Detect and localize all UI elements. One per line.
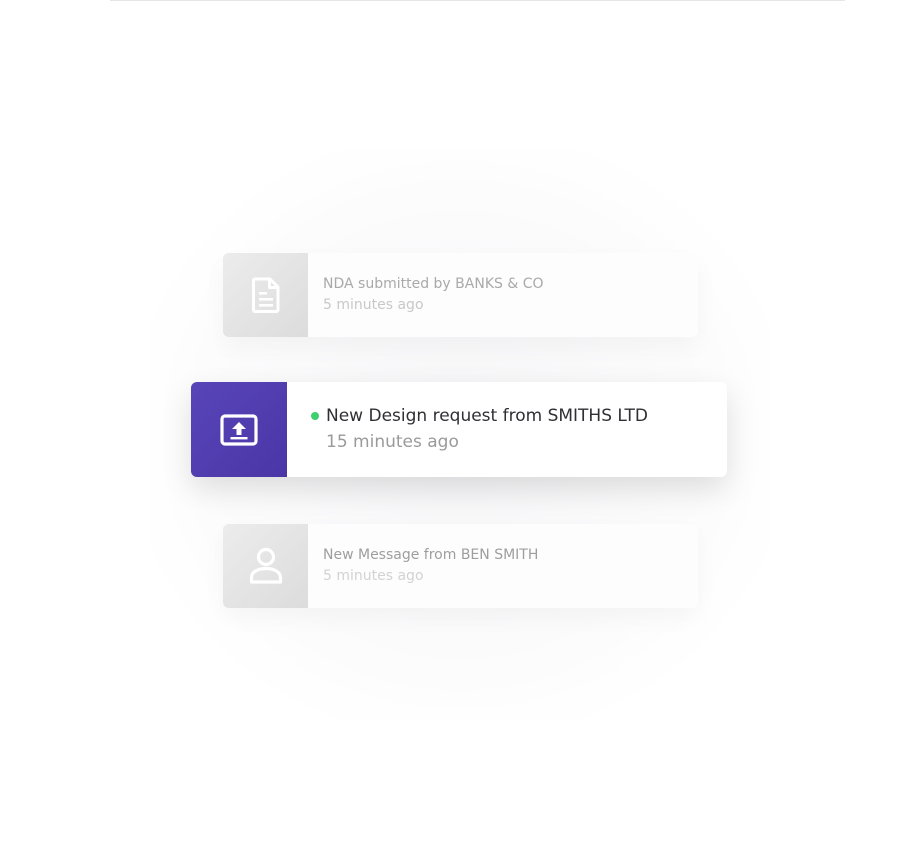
unread-indicator xyxy=(311,411,319,420)
notification-icon-tile xyxy=(223,253,308,337)
notification-icon-tile xyxy=(191,382,287,477)
notification-icon-tile xyxy=(223,524,308,608)
upload-screen-icon xyxy=(220,413,258,446)
top-divider xyxy=(110,0,845,1)
notification-title: New Message from BEN SMITH xyxy=(323,547,539,563)
notification-time: 5 minutes ago xyxy=(323,297,424,313)
notification-card-nda[interactable]: NDA submitted by BANKS & CO 5 minutes ag… xyxy=(223,253,698,337)
notification-time: 5 minutes ago xyxy=(323,568,424,584)
notification-time: 15 minutes ago xyxy=(326,431,459,452)
document-icon xyxy=(251,277,279,313)
notification-stage: NDA submitted by BANKS & CO 5 minutes ag… xyxy=(0,0,921,855)
notification-text: NDA submitted by BANKS & CO 5 minutes ag… xyxy=(308,253,544,337)
notification-card-message[interactable]: New Message from BEN SMITH 5 minutes ago xyxy=(223,524,698,608)
notification-text: New Message from BEN SMITH 5 minutes ago xyxy=(308,524,538,608)
notification-title-row: New Design request from SMITHS LTD xyxy=(311,404,648,428)
notification-title: New Design request from SMITHS LTD xyxy=(326,405,649,426)
notification-text: New Design request from SMITHS LTD 15 mi… xyxy=(287,382,648,477)
person-icon xyxy=(249,547,282,584)
notification-title: NDA submitted by BANKS & CO xyxy=(323,276,544,292)
notification-card-design-request[interactable]: New Design request from SMITHS LTD 15 mi… xyxy=(191,382,727,477)
